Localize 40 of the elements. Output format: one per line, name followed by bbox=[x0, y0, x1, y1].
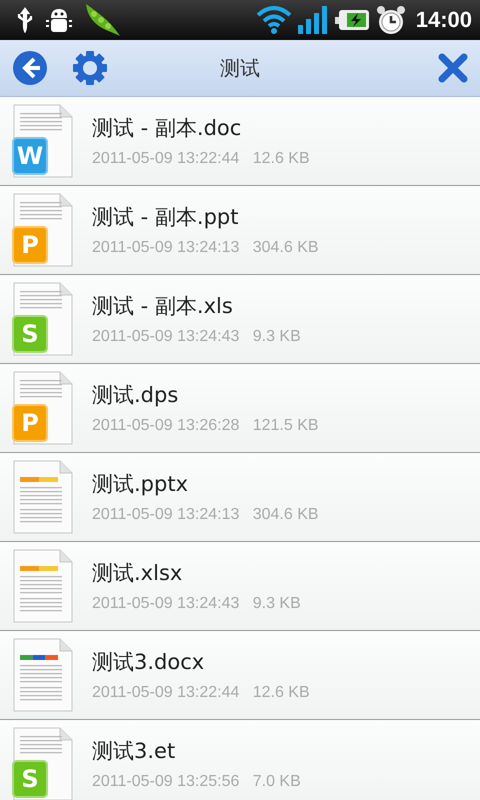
settings-icon bbox=[72, 50, 108, 86]
file-name: 测试.dps bbox=[92, 382, 180, 409]
wifi-icon bbox=[256, 5, 292, 35]
file-details: 2011-05-09 13:22:44 12.6 KB bbox=[92, 150, 310, 168]
app-badge-icon: S bbox=[12, 760, 48, 798]
file-name: 测试3.docx bbox=[92, 649, 206, 676]
clock-time: 14:00 bbox=[416, 7, 472, 33]
file-details: 2011-05-09 13:24:43 9.3 KB bbox=[92, 595, 301, 613]
file-item[interactable]: S 测试 - 副本.xls 2011-05-09 13:24:43 9.3 KB bbox=[0, 275, 480, 364]
file-item[interactable]: 测试.pptx 2011-05-09 13:24:13 304.6 KB bbox=[0, 453, 480, 542]
file-name: 测试.pptx bbox=[92, 471, 189, 498]
file-name: 测试.xlsx bbox=[92, 560, 184, 587]
app-badge-icon: P bbox=[12, 404, 48, 442]
app-badge-icon: W bbox=[12, 137, 48, 175]
close-button[interactable] bbox=[438, 53, 468, 83]
battery-charging-icon bbox=[334, 8, 370, 32]
file-item[interactable]: P 测试 - 副本.ppt 2011-05-09 13:24:13 304.6 KB bbox=[0, 186, 480, 275]
file-details: 2011-05-09 13:24:13 304.6 KB bbox=[92, 506, 319, 524]
alarm-clock-icon bbox=[374, 4, 407, 36]
file-item[interactable]: S 测试3.et 2011-05-09 13:25:56 7.0 KB bbox=[0, 720, 480, 800]
file-name: 测试 - 副本.ppt bbox=[92, 204, 240, 231]
file-item[interactable]: P 测试.dps 2011-05-09 13:26:28 121.5 KB bbox=[0, 364, 480, 453]
file-item[interactable]: 测试3.docx 2011-05-09 13:22:44 12.6 KB bbox=[0, 631, 480, 720]
toolbar-title: 测试 bbox=[220, 54, 260, 82]
file-name: 测试 - 副本.xls bbox=[92, 293, 234, 320]
app-badge-icon: S bbox=[12, 315, 48, 353]
file-details: 2011-05-09 13:24:13 304.6 KB bbox=[92, 239, 319, 257]
file-name: 测试 - 副本.doc bbox=[92, 115, 242, 142]
file-details: 2011-05-09 13:25:56 7.0 KB bbox=[92, 773, 301, 791]
file-details: 2011-05-09 13:26:28 121.5 KB bbox=[92, 417, 319, 435]
file-item[interactable]: 测试.xlsx 2011-05-09 13:24:43 9.3 KB bbox=[0, 542, 480, 631]
settings-button[interactable] bbox=[72, 50, 108, 86]
file-details: 2011-05-09 13:24:43 9.3 KB bbox=[92, 328, 301, 346]
signal-icon bbox=[296, 5, 329, 35]
close-icon bbox=[438, 53, 468, 83]
file-name: 测试3.et bbox=[92, 738, 176, 765]
app-badge-icon: P bbox=[12, 226, 48, 264]
file-details: 2011-05-09 13:22:44 12.6 KB bbox=[92, 684, 310, 702]
back-button[interactable] bbox=[12, 50, 48, 86]
file-item[interactable]: W 测试 - 副本.doc 2011-05-09 13:22:44 12.6 KB bbox=[0, 97, 480, 186]
